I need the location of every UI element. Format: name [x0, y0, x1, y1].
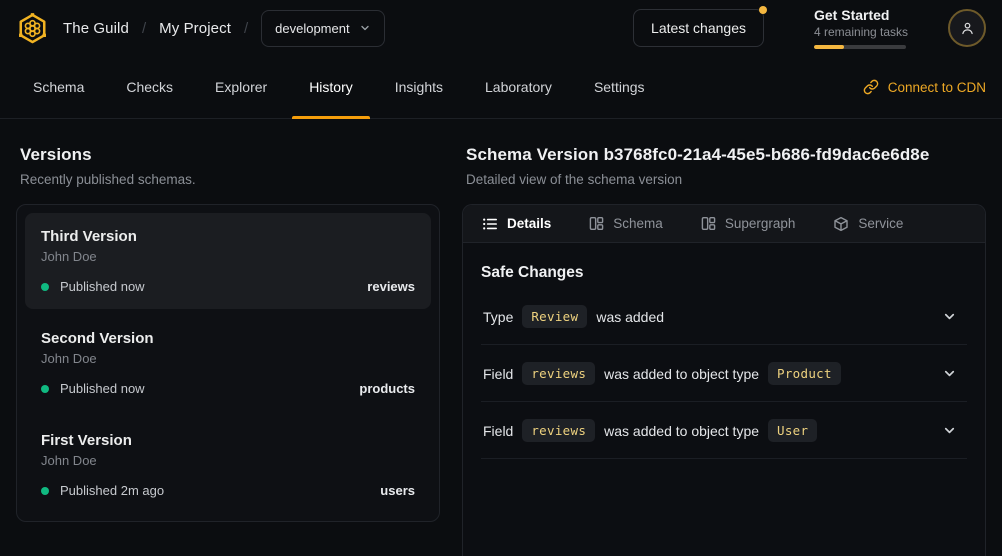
- columns-icon: [701, 216, 716, 231]
- detail-body: Safe Changes Type Review was added Field…: [463, 243, 985, 459]
- person-icon: [959, 20, 976, 37]
- cube-icon: [833, 216, 849, 232]
- project-nav: Schema Checks Explorer History Insights …: [0, 56, 1002, 119]
- change-suffix: was added to object type: [604, 366, 759, 382]
- chevron-down-icon: [942, 309, 957, 324]
- schema-version-title: Schema Version b3768fc0-21a4-45e5-b686-f…: [466, 145, 986, 165]
- change-row[interactable]: Type Review was added: [481, 288, 967, 345]
- tab-explorer[interactable]: Explorer: [198, 56, 284, 118]
- tab-label: Supergraph: [725, 216, 796, 231]
- latest-changes-button[interactable]: Latest changes: [633, 9, 764, 47]
- latest-changes-label: Latest changes: [651, 20, 746, 36]
- breadcrumb-separator: /: [142, 20, 146, 37]
- user-avatar[interactable]: [948, 9, 986, 47]
- version-status: Published now: [60, 381, 145, 396]
- versions-title: Versions: [20, 145, 440, 165]
- breadcrumb-org[interactable]: The Guild: [63, 20, 129, 37]
- top-bar: The Guild / My Project / development Lat…: [0, 0, 1002, 56]
- detail-tab-bar: Details Schema: [463, 205, 985, 243]
- schema-version-panel: Schema Version b3768fc0-21a4-45e5-b686-f…: [462, 145, 986, 556]
- schema-version-card: Details Schema: [462, 204, 986, 556]
- version-service-name: reviews: [367, 279, 415, 294]
- change-code-badge: reviews: [522, 362, 595, 385]
- version-service-name: users: [380, 483, 415, 498]
- version-status: Published now: [60, 279, 145, 294]
- published-status-dot: [41, 385, 49, 393]
- tab-checks[interactable]: Checks: [109, 56, 190, 118]
- target-selector-value: development: [275, 21, 349, 36]
- target-selector[interactable]: development: [261, 10, 384, 47]
- version-service-name: products: [359, 381, 415, 396]
- tab-schema-view[interactable]: Schema: [589, 216, 663, 231]
- chevron-down-icon: [942, 423, 957, 438]
- change-suffix: was added to object type: [604, 423, 759, 439]
- change-suffix: was added: [596, 309, 664, 325]
- version-list-item[interactable]: Third Version John Doe Published now rev…: [25, 213, 431, 309]
- change-code-badge: Review: [522, 305, 587, 328]
- change-prefix: Type: [483, 309, 513, 325]
- get-started-subtitle: 4 remaining tasks: [814, 25, 906, 39]
- list-icon: [482, 216, 498, 232]
- breadcrumb-project[interactable]: My Project: [159, 20, 231, 37]
- tab-laboratory[interactable]: Laboratory: [468, 56, 569, 118]
- published-status-dot: [41, 487, 49, 495]
- tab-insights[interactable]: Insights: [378, 56, 460, 118]
- safe-changes-heading: Safe Changes: [481, 264, 967, 282]
- notification-dot: [759, 6, 767, 14]
- version-list-item[interactable]: First Version John Doe Published 2m ago …: [25, 417, 431, 513]
- tab-label: Service: [858, 216, 903, 231]
- change-prefix: Field: [483, 423, 513, 439]
- tab-supergraph[interactable]: Supergraph: [701, 216, 796, 231]
- tab-service[interactable]: Service: [833, 216, 903, 232]
- connect-to-cdn-button[interactable]: Connect to CDN: [863, 56, 986, 118]
- versions-subtitle: Recently published schemas.: [20, 172, 440, 187]
- tab-details[interactable]: Details: [482, 216, 551, 232]
- version-author: John Doe: [41, 453, 415, 468]
- get-started-title: Get Started: [814, 7, 906, 24]
- version-title: Second Version: [41, 330, 415, 347]
- version-title: Third Version: [41, 228, 415, 245]
- tab-history[interactable]: History: [292, 56, 370, 118]
- version-author: John Doe: [41, 249, 415, 264]
- version-title: First Version: [41, 432, 415, 449]
- version-list-item[interactable]: Second Version John Doe Published now pr…: [25, 315, 431, 411]
- schema-version-subtitle: Detailed view of the schema version: [466, 172, 986, 187]
- guild-logo-icon[interactable]: [16, 12, 49, 45]
- published-status-dot: [41, 283, 49, 291]
- link-icon: [863, 79, 879, 95]
- change-row[interactable]: Field reviews was added to object type P…: [481, 345, 967, 402]
- chevron-down-icon: [942, 366, 957, 381]
- tab-label: Schema: [613, 216, 663, 231]
- versions-panel: Versions Recently published schemas. Thi…: [16, 145, 440, 556]
- version-status-row: Published 2m ago users: [41, 483, 415, 498]
- change-target-badge: User: [768, 419, 817, 442]
- change-row[interactable]: Field reviews was added to object type U…: [481, 402, 967, 459]
- version-status-row: Published now reviews: [41, 279, 415, 294]
- version-status-row: Published now products: [41, 381, 415, 396]
- get-started-widget[interactable]: Get Started 4 remaining tasks: [814, 7, 906, 50]
- tab-settings[interactable]: Settings: [577, 56, 662, 118]
- main-content: Versions Recently published schemas. Thi…: [0, 119, 1002, 556]
- tab-schema[interactable]: Schema: [16, 56, 101, 118]
- change-target-badge: Product: [768, 362, 841, 385]
- get-started-progress-track: [814, 45, 906, 49]
- change-prefix: Field: [483, 366, 513, 382]
- brand: The Guild: [16, 12, 129, 45]
- breadcrumb-separator: /: [244, 20, 248, 37]
- connect-to-cdn-label: Connect to CDN: [888, 80, 986, 95]
- version-author: John Doe: [41, 351, 415, 366]
- tab-label: Details: [507, 216, 551, 231]
- get-started-progress-fill: [814, 45, 844, 49]
- change-code-badge: reviews: [522, 419, 595, 442]
- versions-list: Third Version John Doe Published now rev…: [16, 204, 440, 522]
- version-status: Published 2m ago: [60, 483, 164, 498]
- columns-icon: [589, 216, 604, 231]
- chevron-down-icon: [359, 22, 371, 34]
